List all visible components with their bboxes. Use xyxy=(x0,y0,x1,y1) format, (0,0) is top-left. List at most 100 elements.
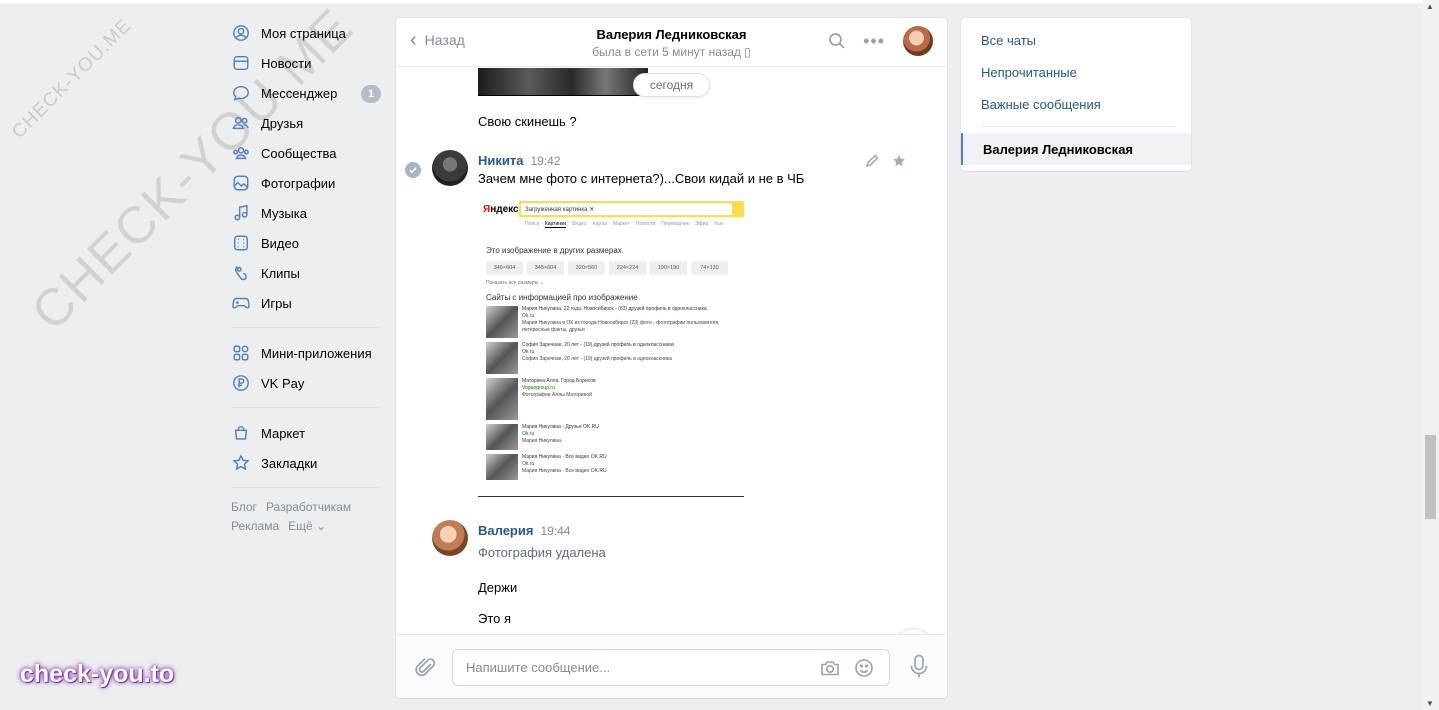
nav-label: Музыка xyxy=(261,205,307,221)
nav-photos[interactable]: Фотографии xyxy=(231,168,381,198)
yandex-tab: Поиск xyxy=(525,221,539,227)
star-icon[interactable] xyxy=(891,153,907,169)
market-icon xyxy=(231,423,251,443)
nav-music[interactable]: Музыка xyxy=(231,198,381,228)
chat-filters-panel: Все чаты Непрочитанные Важные сообщения … xyxy=(961,18,1191,171)
message-text: Это я xyxy=(478,611,512,626)
footer-more-link[interactable]: Ещё ⌄ xyxy=(288,519,326,533)
message-time: 19:42 xyxy=(530,154,561,168)
nav-clips[interactable]: Клипы xyxy=(231,258,381,288)
yandex-tab: Переводчик xyxy=(661,221,689,227)
emoji-icon[interactable] xyxy=(853,657,875,679)
check-icon[interactable] xyxy=(405,162,421,178)
result-desc: София Заречная, 20 лет - (19) друзей про… xyxy=(522,356,672,362)
nav-label: Моя страница xyxy=(261,25,346,41)
scroll-down-arrow-icon[interactable]: ▼ xyxy=(1426,699,1434,708)
nav-label: Друзья xyxy=(261,115,304,131)
result-title: Мария Никулина, 22 года, Новосибирск - (… xyxy=(522,306,707,312)
nav-vk-pay[interactable]: VK Pay xyxy=(231,368,381,398)
nav-video[interactable]: Видео xyxy=(231,228,381,258)
yandex-tab: Видео xyxy=(572,221,587,227)
author-name: Никита xyxy=(478,153,524,168)
message-text: Свою скинешь ? xyxy=(478,114,577,129)
result-thumbnail xyxy=(486,342,518,374)
nav-news[interactable]: Новости xyxy=(231,48,381,78)
sizes-title: Это изображение в других размерах xyxy=(486,246,622,255)
date-separator: сегодня xyxy=(633,73,710,97)
message-history[interactable]: сегодня Свою скинешь ? Никита 19:42 Зачем… xyxy=(396,68,947,634)
search-icon[interactable] xyxy=(827,31,847,51)
photos-icon xyxy=(231,173,251,193)
yandex-search-button xyxy=(734,201,744,217)
message-author[interactable]: Валерия 19:44 xyxy=(478,523,570,538)
chat-panel: ‹ Назад Валерия Ледниковская была в сети… xyxy=(396,18,947,698)
messenger-icon xyxy=(231,83,251,103)
nav-label: Мини-приложения xyxy=(261,345,372,361)
yandex-tab: Эфир xyxy=(694,221,709,227)
result-thumbnail xyxy=(486,454,518,480)
nav-mini-apps[interactable]: Мини-приложения xyxy=(231,338,381,368)
result-title: София Заречная, 20 лет - (19) друзей про… xyxy=(522,342,675,348)
result-desc: Мария Никулина в ОК из города Новосибирс… xyxy=(522,320,720,333)
nav-my-page[interactable]: Моя страница xyxy=(231,18,381,48)
result-site: Ok.ru xyxy=(522,461,535,467)
clips-icon xyxy=(231,263,251,283)
nav-label: Клипы xyxy=(261,265,300,281)
message-author[interactable]: Никита 19:42 xyxy=(478,153,561,168)
yandex-search-input: Загруженная картинка ✕ xyxy=(519,201,734,217)
filter-unread[interactable]: Непрочитанные xyxy=(961,56,1191,88)
screenshot-attachment[interactable]: Яндекс Загруженная картинка ✕ Поиск Карт… xyxy=(478,200,744,497)
result-thumbnail xyxy=(486,306,518,338)
top-bar-strip xyxy=(0,0,1422,3)
nav-label: Игры xyxy=(261,295,292,311)
avatar[interactable] xyxy=(432,150,468,186)
nav-footer: Блог Разработчикам Реклама Ещё ⌄ xyxy=(231,498,381,536)
filter-all-chats[interactable]: Все чаты xyxy=(961,24,1191,56)
logo-rest: ндекс xyxy=(490,203,519,215)
more-sizes: Показать все размеры ⌄ xyxy=(486,280,544,286)
yandex-search-bar: Яндекс Загруженная картинка ✕ xyxy=(478,200,744,218)
author-name: Валерия xyxy=(478,523,534,538)
nav-label: Фотографии xyxy=(261,175,336,191)
camera-icon[interactable] xyxy=(819,657,841,679)
footer-dev-link[interactable]: Разработчикам xyxy=(266,500,351,514)
sites-title: Сайты с информацией про изображение xyxy=(486,293,638,302)
active-conversation[interactable]: Валерия Ледниковская xyxy=(961,133,1191,165)
result-desc: Мария Никулина - Все видео OK.RU xyxy=(522,468,607,474)
nav-label: Закладки xyxy=(261,455,318,471)
size-chip: 346×604 xyxy=(486,261,523,275)
chat-header: ‹ Назад Валерия Ледниковская была в сети… xyxy=(396,18,947,67)
microphone-icon[interactable] xyxy=(909,654,929,680)
unread-badge: 1 xyxy=(361,85,381,103)
avatar[interactable] xyxy=(432,520,468,556)
nav-groups[interactable]: Сообщества xyxy=(231,138,381,168)
nav-divider xyxy=(231,327,379,328)
scrollbar-thumb[interactable] xyxy=(1425,435,1436,519)
scroll-up-arrow-icon[interactable]: ▲ xyxy=(1426,2,1434,11)
nav-market[interactable]: Маркет xyxy=(231,418,381,448)
size-chip: 345×604 xyxy=(527,261,564,275)
yandex-tab: Новости xyxy=(635,221,656,227)
message-input[interactable] xyxy=(453,650,793,685)
size-chip: 320×560 xyxy=(568,261,605,275)
video-icon xyxy=(231,233,251,253)
footer-blog-link[interactable]: Блог xyxy=(231,500,257,514)
nav-bookmarks[interactable]: Закладки xyxy=(231,448,381,478)
page-scrollbar[interactable]: ▲ ▼ xyxy=(1422,0,1439,710)
edit-icon[interactable] xyxy=(864,153,880,169)
avatar[interactable] xyxy=(903,26,933,56)
attach-icon[interactable] xyxy=(414,655,438,679)
filter-divider xyxy=(981,126,1175,127)
size-chip: 190×190 xyxy=(650,261,687,275)
nav-messenger[interactable]: Мессенджер 1 xyxy=(231,78,381,108)
nav-label: Мессенджер xyxy=(261,85,338,101)
yandex-tab: Карты xyxy=(592,221,607,227)
nav-friends[interactable]: Друзья xyxy=(231,108,381,138)
previous-photo-attachment[interactable] xyxy=(478,68,648,96)
footer-ads-link[interactable]: Реклама xyxy=(231,519,279,533)
news-icon xyxy=(231,53,251,73)
nav-games[interactable]: Игры xyxy=(231,288,381,318)
filter-important[interactable]: Важные сообщения xyxy=(961,88,1191,120)
yandex-tabs: Поиск Картинки Видео Карты Маркет Новост… xyxy=(525,221,744,228)
more-icon[interactable]: ••• xyxy=(863,31,885,51)
